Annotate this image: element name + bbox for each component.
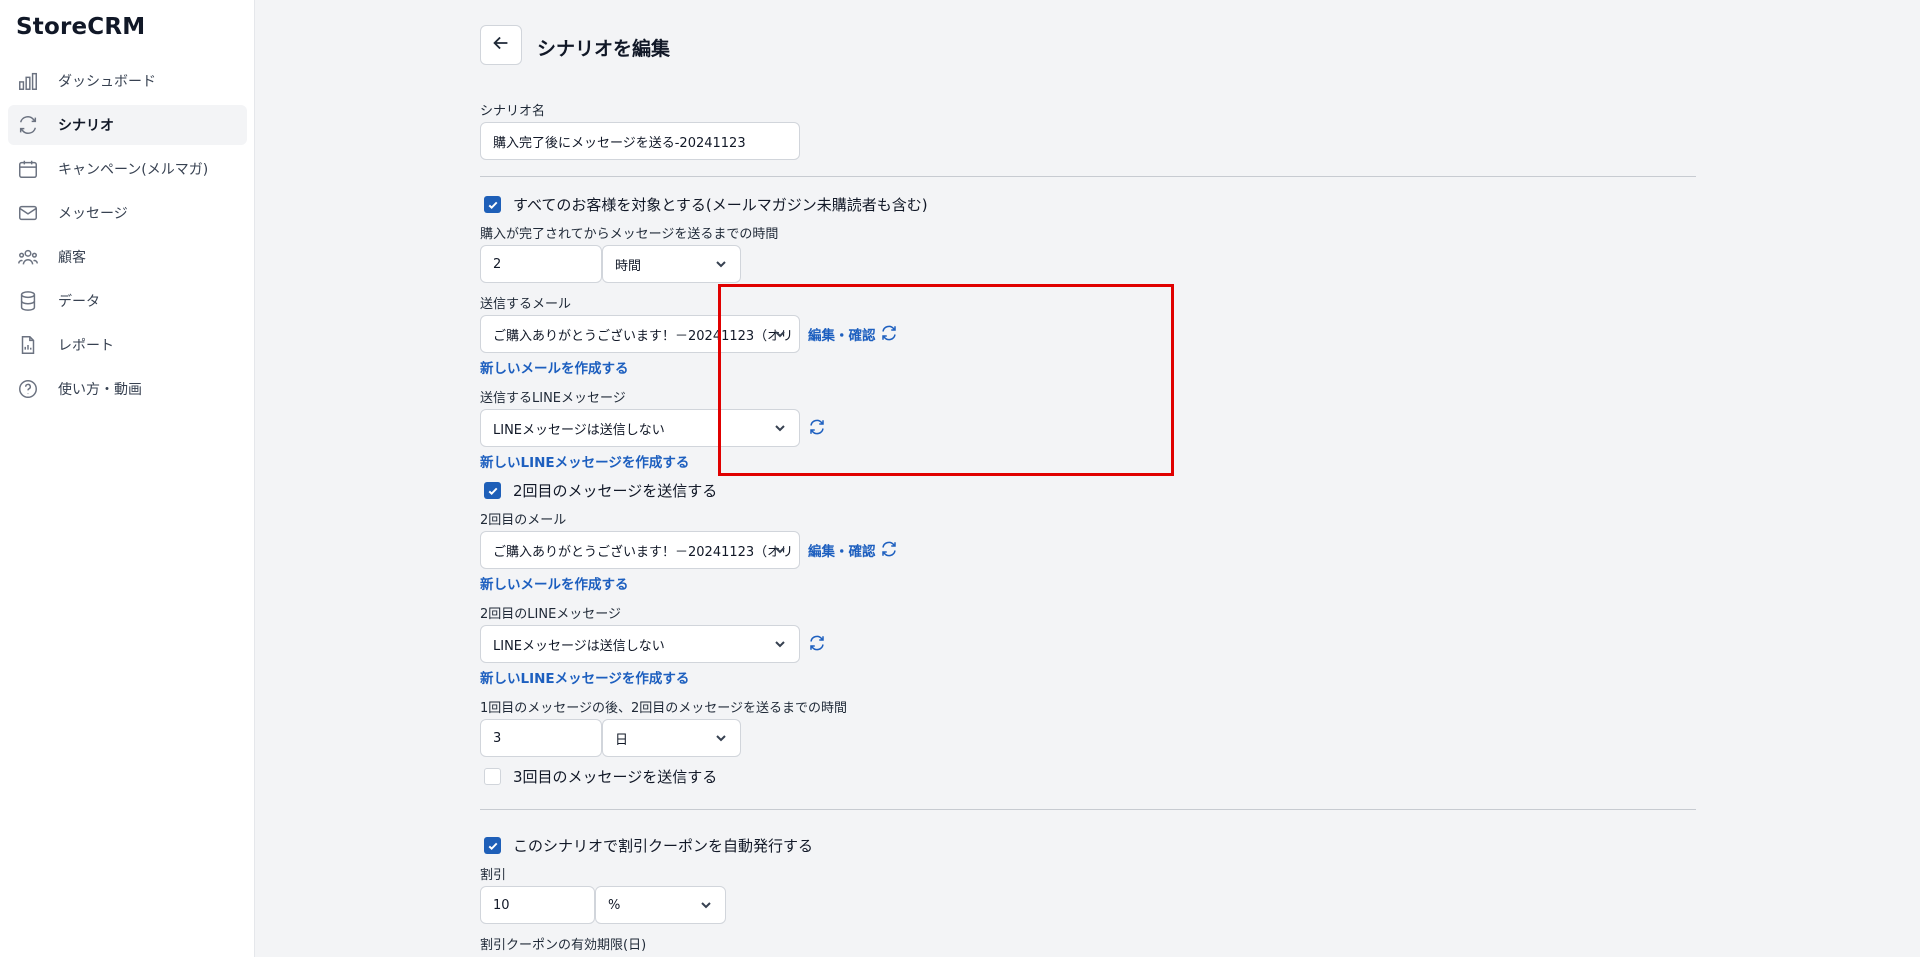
section-divider [480, 176, 1696, 177]
sidebar-item-data[interactable]: データ [8, 281, 247, 321]
sidebar-item-scenario[interactable]: シナリオ [8, 105, 247, 145]
discount-value-input[interactable]: 10 [480, 886, 595, 924]
sidebar-item-label: データ [58, 294, 100, 310]
sidebar-item-report[interactable]: レポート [8, 325, 247, 365]
report-file-icon [16, 333, 40, 357]
discount-unit-value: % [608, 897, 621, 913]
second-new-email-link[interactable]: 新しいメールを作成する [480, 573, 629, 593]
sidebar-item-help[interactable]: 使い方・動画 [8, 369, 247, 409]
second-email-label: 2回目のメール [480, 513, 567, 528]
third-message-checkbox[interactable] [484, 768, 501, 785]
highlight-box [718, 284, 1174, 476]
all-customers-checkbox[interactable] [484, 196, 501, 213]
interval-unit-value: 日 [615, 732, 629, 748]
sidebar-item-label: メッセージ [58, 206, 128, 222]
sidebar-item-dashboard[interactable]: ダッシュボード [8, 61, 247, 101]
second-email-select[interactable]: ご購入ありがとうございます！－20241123（オリ [480, 531, 800, 569]
sidebar-item-message[interactable]: メッセージ [8, 193, 247, 233]
scenario-name-label: シナリオ名 [480, 104, 546, 119]
second-new-line-link[interactable]: 新しいLINEメッセージを作成する [480, 667, 689, 687]
interval-unit-select[interactable]: 日 [602, 719, 741, 757]
section-divider [480, 809, 1696, 810]
database-icon [16, 289, 40, 313]
back-button[interactable] [480, 25, 522, 65]
line-select-value: LINEメッセージは送信しない [493, 422, 665, 438]
sidebar-item-customers[interactable]: 顧客 [8, 237, 247, 277]
all-customers-label: すべてのお客様を対象とする(メールマガジン未購読者も含む) [513, 196, 928, 214]
interval-label: 1回目のメッセージの後、2回目のメッセージを送るまでの時間 [480, 701, 848, 716]
chevron-down-icon [699, 898, 713, 912]
second-message-checkbox[interactable] [484, 482, 501, 499]
sidebar-item-label: レポート [58, 338, 114, 354]
second-line-label: 2回目のLINEメッセージ [480, 607, 622, 622]
scenario-name-input[interactable]: 購入完了後にメッセージを送る-20241123 [480, 122, 800, 160]
refresh-cycle-icon [16, 113, 40, 137]
brand-logo: StoreCRM [16, 14, 146, 40]
arrow-left-icon [490, 32, 512, 58]
second-edit-confirm-link[interactable]: 編集・確認 [808, 540, 876, 560]
page-title: シナリオを編集 [537, 38, 671, 60]
sidebar-item-label: ダッシュボード [58, 74, 156, 90]
refresh-icon[interactable] [880, 540, 898, 558]
email-label: 送信するメール [480, 297, 572, 312]
coupon-checkbox[interactable] [484, 837, 501, 854]
all-customers-row: すべてのお客様を対象とする(メールマガジン未購読者も含む) [484, 194, 928, 215]
refresh-icon[interactable] [808, 634, 826, 652]
delay-label: 購入が完了されてからメッセージを送るまでの時間 [480, 227, 779, 242]
third-message-label: 3回目のメッセージを送信する [513, 768, 718, 786]
line-label: 送信するLINEメッセージ [480, 391, 626, 406]
new-email-link[interactable]: 新しいメールを作成する [480, 357, 629, 377]
delay-value-input[interactable]: 2 [480, 245, 602, 283]
chevron-down-icon [773, 543, 787, 557]
chevron-down-icon [714, 731, 728, 745]
second-email-select-value: ご購入ありがとうございます！－20241123（オリ [493, 544, 794, 560]
bar-chart-icon [16, 69, 40, 93]
sidebar-item-label: 使い方・動画 [58, 382, 142, 398]
discount-label: 割引 [480, 868, 507, 883]
sidebar: StoreCRM ダッシュボード シナリオ キャンペーン(メルマガ) メッセージ… [0, 0, 255, 957]
mail-icon [16, 201, 40, 225]
discount-unit-select[interactable]: % [595, 886, 726, 924]
main-area: シナリオを編集 シナリオ名 購入完了後にメッセージを送る-20241123 すべ… [256, 0, 1920, 957]
calendar-icon [16, 157, 40, 181]
second-line-select-value: LINEメッセージは送信しない [493, 638, 665, 654]
third-message-row: 3回目のメッセージを送信する [484, 766, 717, 787]
sidebar-item-label: キャンペーン(メルマガ) [58, 162, 209, 178]
second-line-select[interactable]: LINEメッセージは送信しない [480, 625, 800, 663]
help-circle-icon [16, 377, 40, 401]
coupon-row: このシナリオで割引クーポンを自動発行する [484, 835, 813, 856]
coupon-expiry-label: 割引クーポンの有効期限(日) [480, 938, 647, 953]
chevron-down-icon [773, 637, 787, 651]
sidebar-item-label: 顧客 [58, 250, 86, 266]
interval-value-input[interactable]: 3 [480, 719, 602, 757]
second-message-label: 2回目のメッセージを送信する [513, 482, 718, 500]
delay-unit-value: 時間 [615, 258, 642, 274]
chevron-down-icon [714, 257, 728, 271]
coupon-label: このシナリオで割引クーポンを自動発行する [513, 837, 814, 855]
sidebar-nav: ダッシュボード シナリオ キャンペーン(メルマガ) メッセージ 顧客 データ レ… [8, 61, 247, 413]
users-icon [16, 245, 40, 269]
delay-unit-select[interactable]: 時間 [602, 245, 741, 283]
second-message-row: 2回目のメッセージを送信する [484, 480, 717, 501]
new-line-link[interactable]: 新しいLINEメッセージを作成する [480, 451, 689, 471]
sidebar-item-campaign[interactable]: キャンペーン(メルマガ) [8, 149, 247, 189]
sidebar-item-label: シナリオ [58, 118, 114, 134]
